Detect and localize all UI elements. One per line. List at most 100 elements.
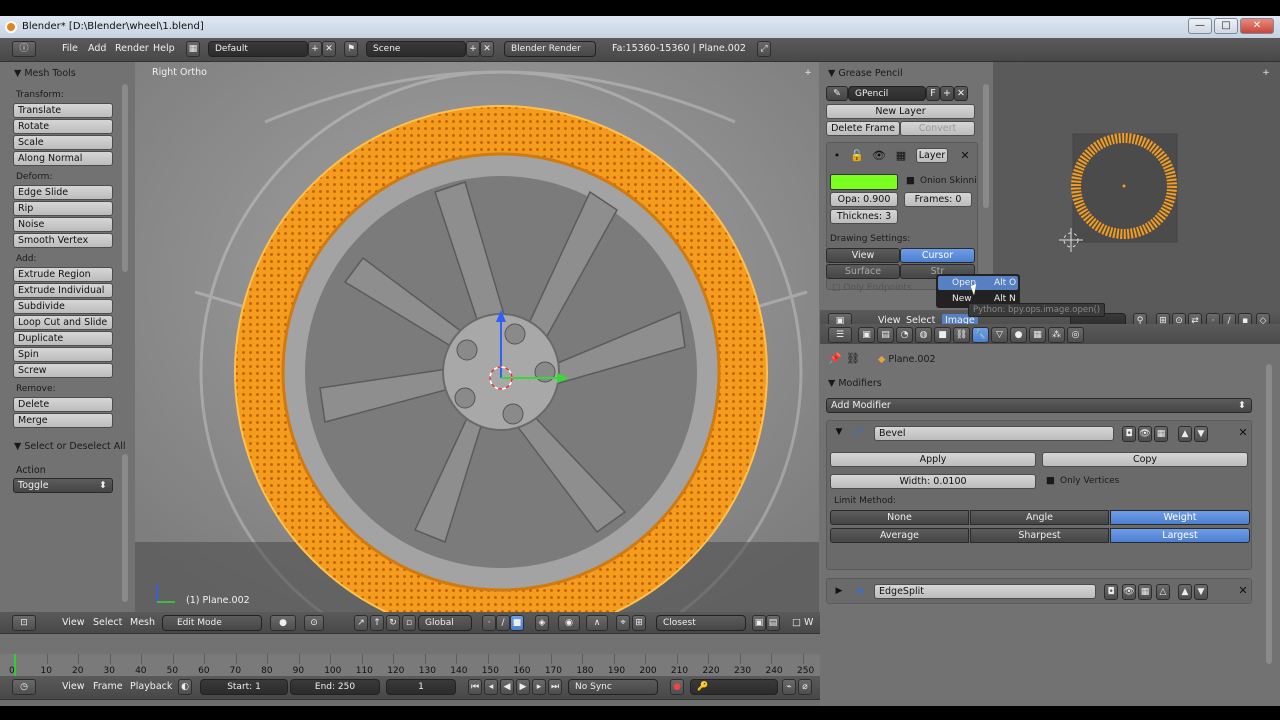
only-endpoints-checkbox[interactable]: □ Only Endpoints [832,283,912,293]
current-frame-field[interactable]: 1 [386,679,456,695]
bevel-viewport-icon[interactable]: 👁 [1138,426,1152,442]
keying-set-field[interactable]: 🔑 [690,679,778,695]
menu-help[interactable]: Help [153,42,175,56]
tool-button-scale[interactable]: Scale [13,135,113,150]
keyframe-delete-icon[interactable]: ⌀ [798,679,812,695]
remove-scene-button[interactable]: ✕ [480,41,494,57]
add-scene-button[interactable]: + [466,41,480,57]
tool-button-delete[interactable]: Delete [13,397,113,412]
start-frame-field[interactable]: Start: 1 [200,679,288,695]
menu-file[interactable]: File [62,42,78,56]
tab-physics-icon[interactable]: ◎ [1067,327,1084,343]
edgesplit-render-icon[interactable]: ◘ [1104,584,1118,600]
bevel-move-up-icon[interactable]: ▲ [1178,426,1192,442]
tab-object-icon[interactable]: ■ [934,327,951,343]
edge-select-icon[interactable]: / [496,615,510,631]
scene-icon[interactable]: ⚑ [344,41,358,57]
translate-manip-icon[interactable]: ↑ [370,615,384,631]
screen-layout-icon[interactable]: ▦ [186,41,200,57]
tab-render-icon[interactable]: ▣ [858,327,875,343]
thickness-field[interactable]: Thicknes: 3 [830,209,898,224]
fullscreen-icon[interactable]: ⤢ [757,41,771,57]
record-icon[interactable]: ● [670,679,684,695]
operator-panel-header[interactable]: ▼ Select or Deselect All [14,441,126,452]
editor-type-3dview-icon[interactable]: ⊡ [12,615,36,631]
render-engine-dropdown[interactable]: Blender Render [504,41,596,57]
add-layout-button[interactable]: + [308,41,322,57]
new-layer-button[interactable]: New Layer [826,104,975,119]
viewport-menu-select[interactable]: Select [93,616,122,630]
screen-layout-field[interactable]: Default [208,41,308,57]
bevel-move-down-icon[interactable]: ▼ [1194,426,1208,442]
tool-button-noise[interactable]: Noise [13,217,113,232]
falloff-icon[interactable]: ∧ [586,615,608,631]
drawing-surface-button[interactable]: Surface [826,264,900,279]
preview-range-icon[interactable]: ◐ [178,679,192,695]
angle-method-option-largest[interactable]: Largest [1110,528,1250,543]
opacity-slider[interactable]: Opa: 0.900 [830,192,898,207]
opengl-anim-icon[interactable]: ▤ [766,615,780,631]
tab-world-icon[interactable]: ◍ [915,327,932,343]
close-window-button[interactable]: ✕ [1240,18,1274,34]
remove-layer-icon[interactable]: ✕ [958,149,972,163]
timeline-menu-frame[interactable]: Frame [93,680,123,694]
toolshelf-scrollbar[interactable] [122,84,128,272]
convert-button[interactable]: Convert [900,121,975,136]
gpencil-name-field[interactable]: GPencil [848,86,926,101]
layer-name-field[interactable]: Layer [916,148,948,163]
bevel-collapse-icon[interactable]: ▼ [834,425,844,439]
delete-frame-button[interactable]: Delete Frame [826,121,900,136]
bevel-render-icon[interactable]: ◘ [1122,426,1136,442]
snap-target-dropdown[interactable]: Closest [656,615,746,631]
properties-scrollbar[interactable] [1266,364,1272,664]
pivot-icon[interactable]: ⊙ [304,615,324,631]
tab-data-icon[interactable]: ▽ [991,327,1008,343]
scene-field[interactable]: Scene [366,41,466,57]
bevel-editmode-icon[interactable]: ▦ [1154,426,1168,442]
tool-button-along-normal[interactable]: Along Normal [13,151,113,166]
edgesplit-editmode-icon[interactable]: ▦ [1138,584,1152,600]
drawing-cursor-button[interactable]: Cursor [900,248,975,263]
timeline-menu-playback[interactable]: Playback [130,680,172,694]
angle-method-option-average[interactable]: Average [830,528,969,543]
tool-button-translate[interactable]: Translate [13,103,113,118]
timeline-menu-view[interactable]: View [62,680,85,694]
face-select-icon[interactable]: ■ [510,615,524,631]
tab-texture-icon[interactable]: ▦ [1029,327,1046,343]
image-editor-corner-icon[interactable]: + [1261,66,1271,80]
tool-button-extrude-region[interactable]: Extrude Region [13,267,113,282]
shading-mode-icon[interactable]: ● [270,615,296,631]
maximize-button[interactable]: □ [1214,18,1238,34]
bevel-name-field[interactable]: Bevel [874,426,1114,441]
mode-dropdown[interactable]: Edit Mode [162,615,262,631]
scale-manip-icon[interactable]: ▫ [402,615,416,631]
menu-add[interactable]: Add [88,42,106,56]
add-modifier-dropdown[interactable]: Add Modifier ⬍ [826,398,1252,413]
tool-button-duplicate[interactable]: Duplicate [13,331,113,346]
eye-icon[interactable]: 👁 [872,149,886,163]
stroke-color-swatch[interactable] [830,174,898,190]
layers-icon[interactable]: □ W [792,616,813,630]
tool-button-screw[interactable]: Screw [13,363,113,378]
proportional-edit-icon[interactable]: ◉ [558,615,580,631]
prev-keyframe-icon[interactable]: ◂ [484,679,498,695]
snap-toggle-icon[interactable]: ⌖ [616,615,630,631]
next-keyframe-icon[interactable]: ▸ [532,679,546,695]
viewport-menu-mesh[interactable]: Mesh [130,616,155,630]
keyframe-insert-icon[interactable]: ⌁ [782,679,796,695]
viewport-menu-view[interactable]: View [62,616,85,630]
tool-button-loop-cut-and-slide[interactable]: Loop Cut and Slide [13,315,113,330]
edgesplit-viewport-icon[interactable]: 👁 [1122,584,1136,600]
edgesplit-remove-icon[interactable]: ✕ [1238,584,1248,598]
props-scrollbar[interactable] [983,84,989,208]
opengl-render-icon[interactable]: ▣ [752,615,766,631]
edgesplit-expand-icon[interactable]: ▶ [834,584,844,598]
grease-pencil-header[interactable]: ▼ Grease Pencil [828,68,903,79]
tool-button-smooth-vertex[interactable]: Smooth Vertex [13,233,113,248]
angle-method-option-sharpest[interactable]: Sharpest [970,528,1109,543]
tab-scene-icon[interactable]: ◔ [896,327,913,343]
play-icon[interactable]: ▶ [516,679,530,695]
minimize-button[interactable]: — [1188,18,1212,34]
tool-button-subdivide[interactable]: Subdivide [13,299,113,314]
tool-button-merge[interactable]: Merge [13,413,113,428]
